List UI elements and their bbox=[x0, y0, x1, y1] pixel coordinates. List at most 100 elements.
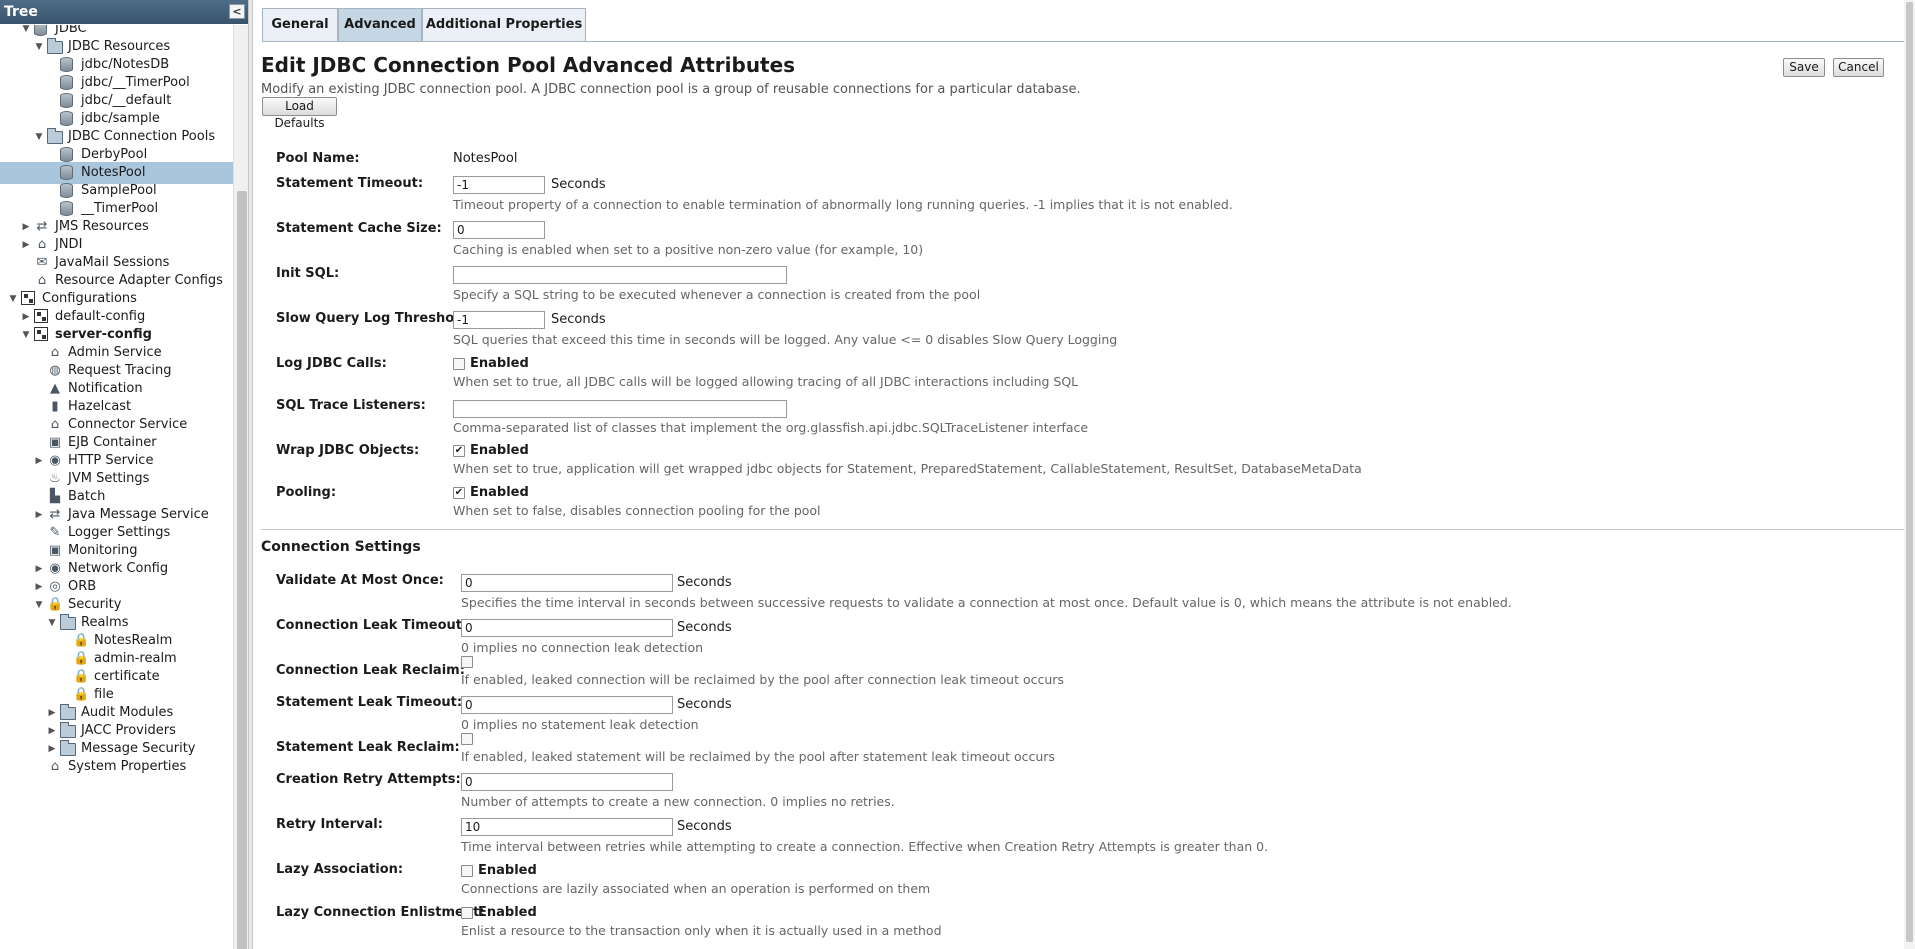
magnifier-icon: ◍ bbox=[49, 363, 61, 378]
config-icon bbox=[34, 327, 48, 341]
logger-icon: ✎ bbox=[49, 525, 61, 540]
statement-leak-reclaim-help: If enabled, leaked statement will be rec… bbox=[461, 749, 1055, 764]
tab-underline bbox=[262, 41, 1912, 42]
lock-icon: 🔒 bbox=[73, 633, 90, 648]
sql-trace-listeners-label: SQL Trace Listeners: bbox=[276, 398, 426, 413]
tab-advanced[interactable]: Advanced bbox=[338, 8, 422, 41]
init-sql-help: Specify a SQL string to be executed when… bbox=[453, 287, 981, 302]
hazelcast-icon: ▮ bbox=[51, 399, 59, 414]
folder-icon bbox=[47, 128, 63, 144]
wrap-jdbc-objects-checkbox[interactable]: ✔ bbox=[453, 445, 465, 457]
statement-leak-timeout-input[interactable] bbox=[461, 696, 673, 714]
statement-cache-size-help: Caching is enabled when set to a positiv… bbox=[453, 242, 924, 257]
lazy-enlistment-help: Enlist a resource to the transaction onl… bbox=[461, 923, 942, 938]
init-sql-label: Init SQL: bbox=[276, 266, 340, 281]
tab-general[interactable]: General bbox=[262, 8, 338, 41]
lock-icon: 🔒 bbox=[73, 669, 90, 684]
slow-query-threshold-unit: Seconds bbox=[551, 312, 606, 327]
creation-retry-attempts-help: Number of attempts to create a new conne… bbox=[461, 794, 895, 809]
collapse-tree-button[interactable]: < bbox=[229, 4, 245, 19]
connection-leak-timeout-input[interactable] bbox=[461, 619, 673, 637]
main-content: General Advanced Additional Properties E… bbox=[254, 0, 1915, 949]
tree-body: ▼ JDBC ▼ JDBC Resources jdbc/NotesDB jdbc/__T… bbox=[0, 25, 233, 949]
statement-cache-size-input[interactable] bbox=[453, 221, 545, 239]
panel-splitter[interactable] bbox=[249, 0, 253, 949]
connector-icon: ⌂ bbox=[50, 417, 60, 432]
slow-query-threshold-help: SQL queries that exceed this time in sec… bbox=[453, 332, 1118, 347]
log-jdbc-calls-checkbox[interactable] bbox=[453, 358, 465, 370]
load-defaults-button[interactable]: Load Defaults bbox=[262, 97, 337, 130]
lock-icon: 🔒 bbox=[73, 651, 90, 666]
log-jdbc-calls-label: Log JDBC Calls: bbox=[276, 356, 387, 371]
lazy-association-enabled-label: Enabled bbox=[478, 863, 537, 878]
section-divider bbox=[261, 529, 1911, 530]
folder-icon bbox=[60, 740, 76, 756]
lazy-association-checkbox[interactable] bbox=[461, 865, 473, 877]
wrap-jdbc-objects-label: Wrap JDBC Objects: bbox=[276, 443, 420, 458]
database-icon bbox=[60, 111, 73, 126]
database-icon bbox=[60, 147, 73, 162]
creation-retry-attempts-label: Creation Retry Attempts: bbox=[276, 772, 461, 787]
lazy-association-help: Connections are lazily associated when a… bbox=[461, 881, 931, 896]
network-icon: ◉ bbox=[49, 561, 61, 576]
log-jdbc-calls-enabled-label: Enabled bbox=[470, 356, 529, 371]
adapter-icon: ⌂ bbox=[37, 273, 47, 288]
lazy-enlistment-checkbox[interactable] bbox=[461, 907, 473, 919]
java-icon: ♨ bbox=[49, 471, 61, 486]
folder-icon bbox=[47, 38, 63, 54]
validate-at-most-once-unit: Seconds bbox=[677, 575, 732, 590]
pool-name-label: Pool Name: bbox=[276, 151, 360, 166]
config-icon bbox=[34, 309, 48, 323]
tree-scrollbar-thumb[interactable] bbox=[237, 191, 247, 949]
init-sql-input[interactable] bbox=[453, 266, 787, 284]
statement-leak-timeout-label: Statement Leak Timeout: bbox=[276, 695, 463, 710]
main-scrollbar[interactable] bbox=[1904, 0, 1915, 949]
lock-icon: 🔒 bbox=[47, 597, 64, 612]
creation-retry-attempts-input[interactable] bbox=[461, 773, 673, 791]
properties-icon: ⌂ bbox=[50, 759, 60, 774]
mail-icon: ✉ bbox=[36, 255, 48, 270]
connection-leak-timeout-help: 0 implies no connection leak detection bbox=[461, 640, 704, 655]
database-icon bbox=[60, 75, 73, 90]
page-description: Modify an existing JDBC connection pool.… bbox=[261, 82, 1081, 97]
pool-name-value: NotesPool bbox=[453, 151, 518, 166]
retry-interval-unit: Seconds bbox=[677, 819, 732, 834]
statement-leak-reclaim-checkbox[interactable] bbox=[461, 733, 473, 745]
database-icon bbox=[60, 183, 73, 198]
tree-header: Tree < bbox=[0, 0, 248, 24]
statement-timeout-help: Timeout property of a connection to enab… bbox=[453, 197, 1233, 212]
retry-interval-input[interactable] bbox=[461, 818, 673, 836]
tree-scrollbar[interactable] bbox=[233, 25, 248, 949]
folder-icon bbox=[60, 704, 76, 720]
slow-query-threshold-input[interactable] bbox=[453, 311, 545, 329]
admin-service-icon: ⌂ bbox=[50, 345, 60, 360]
retry-interval-help: Time interval between retries while atte… bbox=[461, 839, 1269, 854]
pooling-checkbox[interactable]: ✔ bbox=[453, 487, 465, 499]
validate-at-most-once-input[interactable] bbox=[461, 574, 673, 592]
page-title: Edit JDBC Connection Pool Advanced Attri… bbox=[261, 53, 796, 77]
sql-trace-listeners-input[interactable] bbox=[453, 400, 787, 418]
jndi-icon: ⌂ bbox=[37, 237, 47, 252]
lazy-association-label: Lazy Association: bbox=[276, 862, 404, 877]
wrap-jdbc-objects-help: When set to true, application will get w… bbox=[453, 461, 1362, 476]
ejb-icon: ▣ bbox=[48, 435, 62, 450]
jms-icon: ⇄ bbox=[36, 219, 48, 234]
statement-timeout-input[interactable] bbox=[453, 176, 545, 194]
database-icon bbox=[60, 57, 73, 72]
connection-leak-reclaim-checkbox[interactable] bbox=[461, 656, 473, 668]
statement-timeout-label: Statement Timeout: bbox=[276, 176, 424, 191]
statement-leak-reclaim-label: Statement Leak Reclaim: bbox=[276, 740, 460, 755]
log-jdbc-calls-help: When set to true, all JDBC calls will be… bbox=[453, 374, 1079, 389]
database-icon bbox=[60, 165, 73, 180]
tree-item[interactable]: ⌂ System Properties bbox=[0, 756, 233, 778]
tab-additional-properties[interactable]: Additional Properties bbox=[422, 8, 586, 41]
statement-leak-timeout-help: 0 implies no statement leak detection bbox=[461, 717, 699, 732]
statement-timeout-unit: Seconds bbox=[551, 177, 606, 192]
cancel-button[interactable]: Cancel bbox=[1833, 58, 1884, 77]
connection-leak-timeout-unit: Seconds bbox=[677, 620, 732, 635]
database-icon bbox=[34, 25, 47, 36]
main-scrollbar-thumb[interactable] bbox=[1906, 2, 1913, 942]
sql-trace-listeners-help: Comma-separated list of classes that imp… bbox=[453, 420, 1089, 435]
save-button[interactable]: Save bbox=[1783, 58, 1825, 77]
